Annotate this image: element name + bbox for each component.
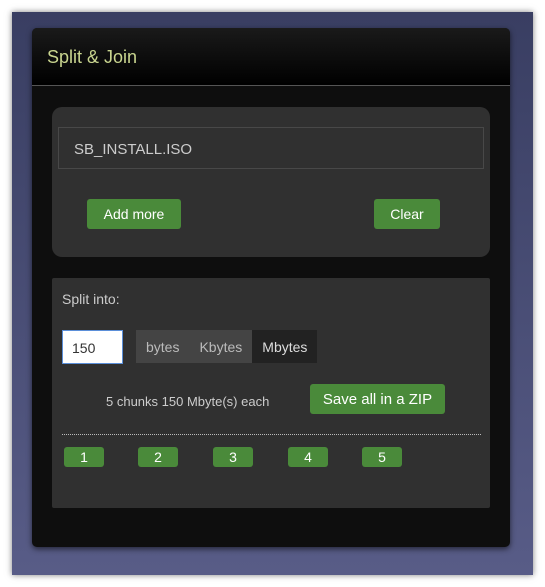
chunk-2-button[interactable]: 2 [138,447,178,467]
chunk-5-button[interactable]: 5 [362,447,402,467]
unit-selector: bytes Kbytes Mbytes [136,330,318,363]
chunk-4-button[interactable]: 4 [288,447,328,467]
app-title: Split & Join [47,47,138,67]
file-card: SB_INSTALL.ISO Add more Clear [52,107,490,257]
divider [62,434,481,435]
split-summary: 5 chunks 150 Mbyte(s) each [106,394,270,409]
file-list-item[interactable]: SB_INSTALL.ISO [58,127,484,169]
unit-kbytes[interactable]: Kbytes [189,330,252,363]
split-card: Split into: 150 bytes Kbytes Mbytes 5 ch… [52,278,490,508]
unit-mbytes[interactable]: Mbytes [252,330,318,363]
split-label: Split into: [62,291,120,307]
unit-bytes[interactable]: bytes [136,330,189,363]
header: Split & Join [32,28,510,86]
add-more-button[interactable]: Add more [87,199,181,229]
split-size-input[interactable]: 150 [62,330,123,364]
clear-button[interactable]: Clear [374,199,440,229]
chunk-3-button[interactable]: 3 [213,447,253,467]
app-panel: Split & Join SB_INSTALL.ISO Add more Cle… [32,28,510,547]
save-zip-button[interactable]: Save all in a ZIP [310,384,445,414]
chunk-1-button[interactable]: 1 [64,447,104,467]
